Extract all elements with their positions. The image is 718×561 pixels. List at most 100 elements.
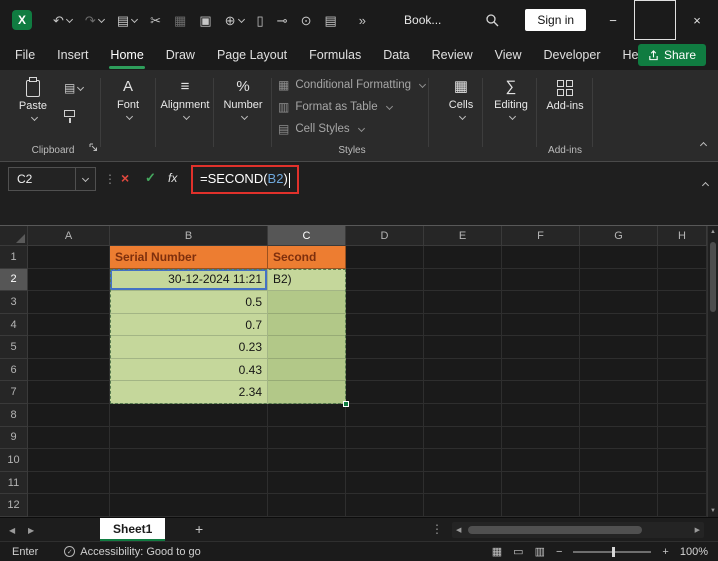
copy-button[interactable]: ▤ (64, 82, 85, 94)
tab-data[interactable]: Data (372, 40, 420, 70)
minimize-button[interactable]: − (592, 0, 634, 40)
cell-D10[interactable] (346, 449, 424, 472)
cell-G2[interactable] (580, 268, 658, 292)
column-header-H[interactable]: H (658, 226, 707, 246)
cell-G3[interactable] (580, 291, 658, 314)
cell-F4[interactable] (502, 313, 580, 337)
sign-in-button[interactable]: Sign in (525, 9, 587, 31)
sheet-nav-next-icon[interactable]: ▶ (28, 526, 34, 535)
cell-H6[interactable] (658, 358, 707, 382)
cell-D3[interactable] (346, 291, 424, 314)
cells-button[interactable]: ▦ Cells (438, 78, 484, 121)
cell-A3[interactable] (28, 291, 110, 314)
cell-D12[interactable] (346, 494, 424, 517)
search-icon[interactable] (485, 13, 499, 27)
cell-D8[interactable] (346, 404, 424, 427)
cut-icon[interactable]: ✂ (150, 14, 161, 27)
cell-H9[interactable] (658, 426, 707, 450)
cell-B11[interactable] (110, 471, 268, 495)
cell-A9[interactable] (28, 426, 110, 450)
column-header-E[interactable]: E (424, 226, 502, 246)
cell-B1[interactable]: Serial Number (110, 246, 268, 269)
scroll-right-icon[interactable]: ▶ (695, 526, 700, 534)
cell-E1[interactable] (424, 246, 502, 269)
fill-handle[interactable] (343, 401, 349, 408)
cell-E10[interactable] (424, 449, 502, 472)
cell-C1[interactable]: Second (268, 246, 346, 269)
row-header-6[interactable]: 6 (0, 358, 28, 382)
scroll-down-icon[interactable]: ▼ (708, 508, 718, 514)
formula-input[interactable]: =SECOND(B2) (200, 171, 291, 188)
tab-review[interactable]: Review (421, 40, 484, 70)
alignment-button[interactable]: ≡ Alignment (158, 78, 212, 121)
cell-G6[interactable] (580, 358, 658, 382)
cell-C10[interactable] (268, 449, 346, 472)
vertical-scroll-thumb[interactable] (710, 242, 716, 312)
cancel-button[interactable]: × (121, 171, 129, 185)
cell-H8[interactable] (658, 404, 707, 427)
cell-A8[interactable] (28, 404, 110, 427)
cell-D9[interactable] (346, 426, 424, 450)
cell-G1[interactable] (580, 246, 658, 269)
cell-H1[interactable] (658, 246, 707, 269)
web-icon[interactable]: ⊕ (225, 14, 236, 27)
cell-B7[interactable]: 2.34 (110, 381, 268, 405)
cell-E3[interactable] (424, 291, 502, 314)
cell-A7[interactable] (28, 381, 110, 405)
camera-icon[interactable]: ⊙ (301, 14, 312, 27)
cell-A5[interactable] (28, 336, 110, 359)
cell-E11[interactable] (424, 471, 502, 495)
zoom-slider-thumb[interactable] (612, 546, 616, 557)
close-button[interactable]: × (676, 0, 718, 40)
cell-E7[interactable] (424, 381, 502, 405)
cell-H2[interactable] (658, 268, 707, 292)
new-sheet-button[interactable]: + (195, 521, 203, 537)
cell-B8[interactable] (110, 404, 268, 427)
picture-icon[interactable]: ▦ (174, 14, 186, 27)
cell-styles-button[interactable]: ▤ Cell Styles (278, 118, 426, 140)
table-icon[interactable]: ▤ (324, 14, 336, 27)
cell-D11[interactable] (346, 471, 424, 495)
cell-E5[interactable] (424, 336, 502, 359)
add-ins-button[interactable]: Add-ins (542, 78, 588, 112)
cell-C8[interactable] (268, 404, 346, 427)
scroll-up-icon[interactable]: ▲ (708, 229, 718, 235)
scroll-left-icon[interactable]: ◀ (456, 526, 461, 534)
cell-F5[interactable] (502, 336, 580, 359)
row-header-5[interactable]: 5 (0, 336, 28, 359)
cell-G5[interactable] (580, 336, 658, 359)
touch-mode-icon[interactable]: ▤ (117, 14, 129, 27)
cell-G9[interactable] (580, 426, 658, 450)
row-header-9[interactable]: 9 (0, 426, 28, 450)
zoom-out-button[interactable]: − (556, 546, 562, 558)
zoom-level[interactable]: 100% (680, 546, 708, 558)
cell-H7[interactable] (658, 381, 707, 405)
cell-A11[interactable] (28, 471, 110, 495)
horizontal-scrollbar[interactable]: ◀ ▶ (452, 522, 704, 538)
conditional-formatting-button[interactable]: ▦ Conditional Formatting (278, 74, 427, 96)
cell-H5[interactable] (658, 336, 707, 359)
cell-A4[interactable] (28, 313, 110, 337)
cell-D4[interactable] (346, 313, 424, 337)
row-header-7[interactable]: 7 (0, 381, 28, 405)
format-painter-button[interactable] (64, 110, 83, 123)
vertical-scrollbar[interactable]: ▲ ▼ (707, 226, 718, 517)
normal-view-icon[interactable]: ▦ (492, 545, 502, 558)
cell-C2[interactable]: B2) (268, 268, 346, 292)
format-as-table-button[interactable]: ▥ Format as Table (278, 96, 426, 118)
cell-A12[interactable] (28, 494, 110, 517)
cell-H10[interactable] (658, 449, 707, 472)
document-title[interactable]: Book... (404, 13, 441, 27)
cell-G4[interactable] (580, 313, 658, 337)
name-box-dropdown-icon[interactable] (81, 174, 90, 182)
cell-C7[interactable] (268, 381, 346, 405)
tab-file[interactable]: File (4, 40, 46, 70)
cell-D2[interactable] (346, 268, 424, 292)
column-header-A[interactable]: A (28, 226, 110, 246)
tab-home[interactable]: Home (99, 40, 154, 70)
cell-E12[interactable] (424, 494, 502, 517)
cell-C12[interactable] (268, 494, 346, 517)
cell-B5[interactable]: 0.23 (110, 336, 268, 359)
cell-C9[interactable] (268, 426, 346, 450)
cell-H12[interactable] (658, 494, 707, 517)
